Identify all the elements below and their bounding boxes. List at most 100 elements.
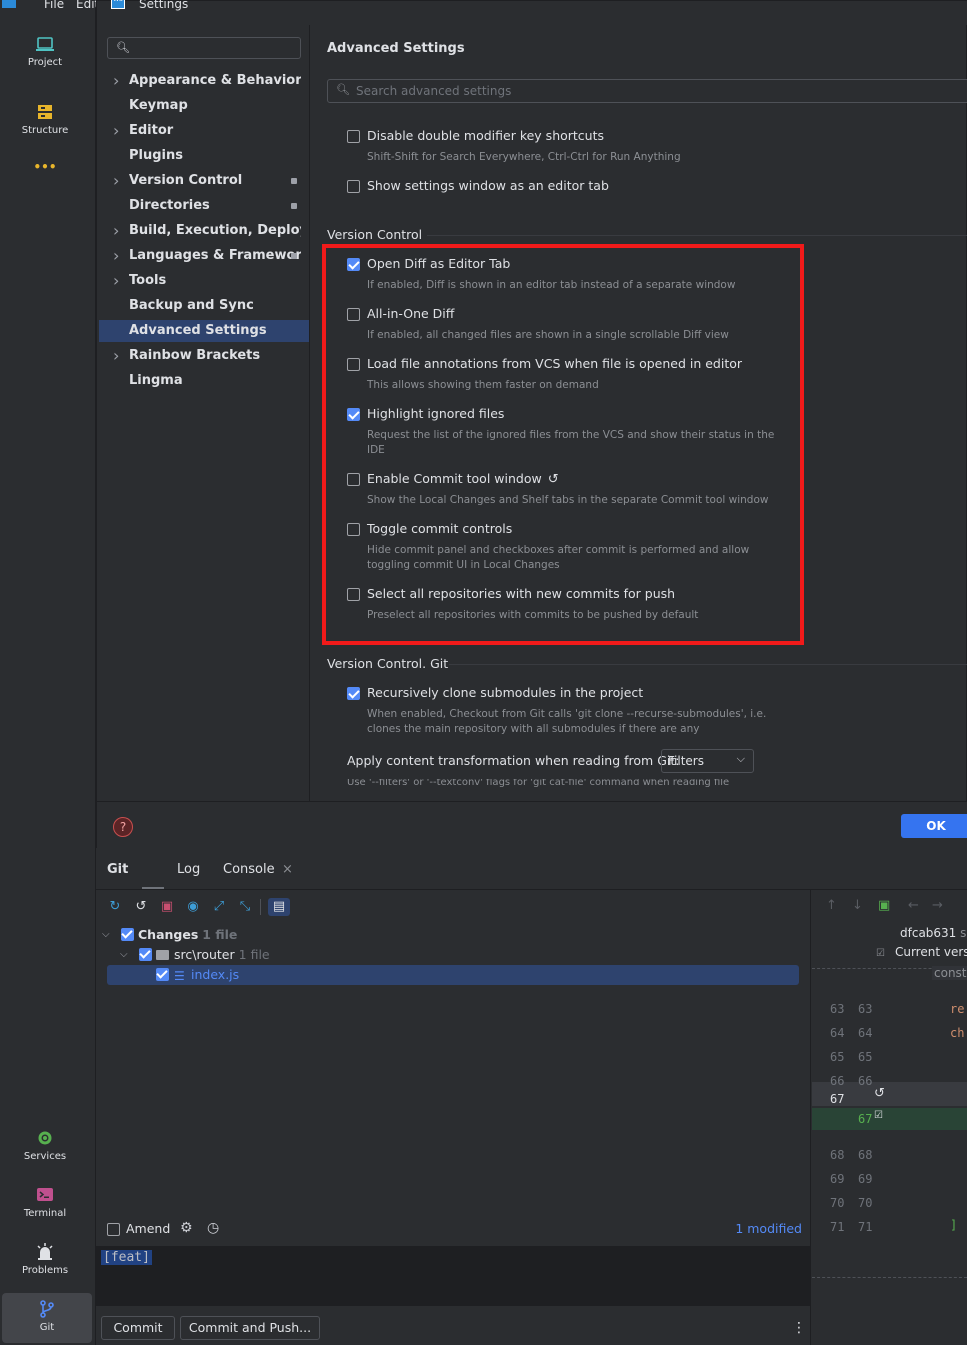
setting-description: Shift-Shift for Search Everywhere, Ctrl-…	[367, 151, 681, 163]
next-difference-icon[interactable]: ↓	[852, 898, 863, 913]
nav-item[interactable]: Keymap	[99, 95, 309, 117]
problems-tool-button[interactable]: Problems	[0, 1242, 90, 1292]
shelve-icon[interactable]: ▣	[158, 898, 176, 916]
terminal-tool-button[interactable]: Terminal	[0, 1185, 90, 1235]
back-arrow-icon[interactable]: ←	[908, 898, 919, 913]
setting-title[interactable]: Show settings window as an editor tab	[367, 178, 609, 193]
chevron-right-icon[interactable]: ›	[113, 70, 119, 92]
diff-line-number: 71	[858, 1220, 873, 1234]
commit-message-input[interactable]: [feat]	[96, 1246, 810, 1306]
ok-button[interactable]: OK	[901, 814, 967, 838]
diff-preview-pane: ↑ ↓ ▣ ← → dfcab631 s ☑ Current vers const…	[812, 890, 967, 1345]
nav-item[interactable]: Backup and Sync	[99, 295, 309, 317]
nav-item[interactable]: › Rainbow Brackets	[99, 345, 309, 367]
advanced-search-input[interactable]	[356, 82, 946, 100]
nav-item-label: Keymap	[129, 98, 188, 113]
commit-and-push-button[interactable]: Commit and Push...	[180, 1316, 320, 1340]
diff-line-number: 67	[830, 1092, 845, 1106]
nav-item[interactable]: › Tools	[99, 270, 309, 292]
refresh-icon[interactable]: ↻	[106, 898, 124, 916]
tab-console[interactable]: Console	[223, 862, 275, 877]
nav-item-label: Build, Execution, Deployment	[129, 223, 301, 238]
history-clock-icon[interactable]: ◷	[207, 1220, 219, 1236]
nav-item[interactable]: › Appearance & Behavior	[99, 70, 309, 92]
close-tab-icon[interactable]: ×	[282, 862, 293, 877]
changes-label: Changes	[138, 927, 199, 942]
chevron-right-icon[interactable]: ›	[113, 170, 119, 192]
nav-item[interactable]: › Languages & Frameworks	[99, 245, 309, 267]
changes-checkbox[interactable]	[121, 928, 134, 941]
settings-search-input[interactable]: 🔍︎	[107, 37, 301, 59]
chevron-right-icon[interactable]: ›	[113, 345, 119, 367]
diff-code-token: re	[950, 1002, 965, 1016]
rollback-icon[interactable]: ↺	[132, 898, 150, 916]
folder-node[interactable]: ⌵ src\router 1 file	[96, 945, 796, 965]
chevron-down-icon: ⌵	[102, 929, 110, 940]
setting-checkbox[interactable]	[347, 130, 360, 143]
transform-select[interactable]: Filters ⌵	[661, 749, 754, 773]
file-node[interactable]: ☰ index.js	[107, 965, 799, 985]
diff-line-number: 68	[858, 1148, 873, 1162]
git-tool-button[interactable]: Git	[2, 1293, 92, 1343]
changes-node[interactable]: ⌵ Changes 1 file	[96, 925, 796, 945]
prev-difference-icon[interactable]: ↑	[826, 898, 837, 913]
folder-icon	[156, 950, 169, 960]
file-checkbox[interactable]	[156, 968, 169, 981]
nav-item-label: Editor	[129, 123, 174, 138]
chevron-right-icon[interactable]: ›	[113, 120, 119, 142]
folder-checkbox[interactable]	[139, 948, 152, 961]
nav-item[interactable]: Directories	[99, 195, 309, 217]
nav-item[interactable]: Advanced Settings	[99, 320, 309, 342]
preview-diff-icon[interactable]: ▤	[268, 898, 290, 916]
diff-line-number: 67	[858, 1112, 873, 1126]
nav-item[interactable]: Plugins	[99, 145, 309, 167]
transform-description: Use '--filters' or '--textconv' flags fo…	[347, 779, 730, 787]
jump-to-source-icon[interactable]: ▣	[878, 898, 890, 913]
revert-change-icon[interactable]: ↺	[874, 1086, 885, 1101]
diff-line-number: 65	[830, 1050, 845, 1064]
services-icon	[38, 1131, 52, 1145]
diff-line-number: 66	[830, 1074, 845, 1088]
tab-log[interactable]: Log	[177, 862, 200, 877]
nav-item[interactable]: › Version Control	[99, 170, 309, 192]
advanced-settings-search[interactable]: 🔍︎	[327, 79, 967, 103]
terminal-label: Terminal	[23, 1208, 67, 1219]
chevron-right-icon[interactable]: ›	[113, 220, 119, 242]
setting-title[interactable]: Recursively clone submodules in the proj…	[367, 685, 643, 700]
diff-code-token: ch	[950, 1026, 965, 1040]
git-branch-icon	[40, 1300, 54, 1318]
chevron-right-icon[interactable]: ›	[113, 270, 119, 292]
forward-arrow-icon[interactable]: →	[932, 898, 943, 913]
structure-tool-button[interactable]: Structure	[0, 102, 90, 152]
show-diff-icon[interactable]: ◉	[184, 898, 202, 916]
commit-button[interactable]: Commit	[101, 1316, 175, 1340]
more-options-icon[interactable]: ⋮	[792, 1320, 806, 1336]
amend-checkbox[interactable]	[107, 1223, 120, 1236]
setting-option: Show settings window as an editor tab	[347, 178, 787, 218]
menu-file[interactable]: File	[44, 0, 64, 11]
more-tools-button[interactable]: •••	[0, 160, 90, 210]
nav-item[interactable]: › Editor	[99, 120, 309, 142]
help-icon[interactable]: ?	[113, 817, 133, 837]
setting-checkbox[interactable]	[347, 180, 360, 193]
nav-item[interactable]: › Build, Execution, Deployment	[99, 220, 309, 242]
setting-title[interactable]: Disable double modifier key shortcuts	[367, 128, 604, 143]
commit-options-icon[interactable]: ⚙	[180, 1220, 193, 1236]
setting-checkbox[interactable]	[347, 687, 360, 700]
chevron-right-icon[interactable]: ›	[113, 245, 119, 267]
tool-window-strip: Project Structure ••• Services Terminal …	[0, 0, 96, 1345]
dialog-titlebar[interactable]: WS Settings	[97, 0, 967, 25]
changes-count: 1 file	[202, 927, 238, 942]
project-tool-button[interactable]: Project	[0, 34, 90, 84]
nav-item-label: Advanced Settings	[129, 323, 267, 338]
accept-change-icon[interactable]: ☑	[874, 1110, 883, 1121]
problems-label: Problems	[21, 1265, 69, 1276]
collapse-all-icon[interactable]: ⤡	[236, 898, 254, 916]
diff-added-line	[812, 1108, 967, 1130]
nav-item[interactable]: Lingma	[99, 370, 309, 392]
modified-count-link[interactable]: 1 modified	[735, 1221, 802, 1236]
services-tool-button[interactable]: Services	[0, 1128, 90, 1178]
expand-all-icon[interactable]: ⤢	[210, 898, 228, 916]
tab-git[interactable]: Git	[107, 862, 128, 877]
amend-label: Amend	[126, 1221, 171, 1236]
